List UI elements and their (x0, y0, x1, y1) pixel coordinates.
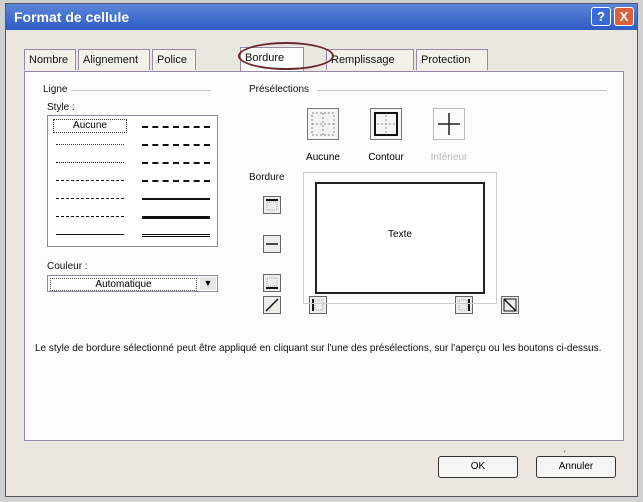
style-double[interactable] (140, 228, 212, 240)
style-dotted[interactable] (54, 156, 126, 168)
preset-outline-button[interactable] (370, 108, 402, 140)
style-slant-dash-dot[interactable] (140, 138, 212, 150)
color-value: Automatique (50, 278, 197, 291)
preset-inside-button[interactable] (433, 108, 465, 140)
line-group-divider (71, 90, 211, 91)
ok-button[interactable]: OK (438, 456, 518, 478)
tab-fill[interactable]: Remplissage (326, 49, 414, 70)
style-dash-dot-dot[interactable] (54, 174, 126, 186)
title-bar[interactable]: Format de cellule ? X (6, 4, 637, 30)
presets-group-divider (317, 90, 607, 91)
close-button[interactable]: X (614, 7, 634, 26)
tab-alignment[interactable]: Alignement (78, 49, 150, 70)
border-tab-panel: Ligne Style : Aucune Couleur : Automatiq… (24, 71, 624, 462)
style-label: Style : (47, 102, 75, 113)
preset-inside-label: Intérieur (430, 152, 468, 163)
tab-font[interactable]: Police (152, 49, 196, 70)
style-medium[interactable] (140, 192, 212, 204)
preview-text: Texte (388, 229, 412, 240)
border-info-text: Le style de bordure sélectionné peut êtr… (35, 343, 602, 354)
preset-outline-icon (374, 112, 398, 136)
tab-number[interactable]: Nombre (24, 49, 76, 70)
style-medium-dashed[interactable] (140, 174, 212, 186)
preset-outline-label: Contour (368, 152, 404, 163)
style-thick[interactable] (140, 210, 212, 222)
preset-none-icon (311, 112, 335, 136)
border-bottom-button[interactable] (263, 274, 281, 292)
border-top-icon (266, 199, 278, 211)
preset-none-label: Aucune (306, 152, 340, 163)
border-bottom-icon (266, 277, 278, 289)
border-diagonal-up-button[interactable] (263, 296, 281, 314)
preset-none-button[interactable] (307, 108, 339, 140)
style-dashed[interactable] (54, 210, 126, 222)
border-middle-horizontal-button[interactable] (263, 235, 281, 253)
border-group-label: Bordure (249, 172, 285, 183)
tab-protection[interactable]: Protection (416, 49, 488, 70)
color-label: Couleur : (47, 261, 88, 272)
hand-drawn-circle (238, 42, 334, 70)
style-dash-dot[interactable] (54, 192, 126, 204)
border-top-button[interactable] (263, 196, 281, 214)
preset-inside-icon (438, 113, 460, 135)
diagonal-up-icon (265, 298, 279, 312)
chevron-down-icon[interactable]: ▼ (200, 277, 216, 290)
line-group-label: Ligne (43, 84, 68, 95)
format-cells-dialog: Format de cellule ? X Nombre Alignement … (5, 3, 638, 497)
diagonal-down-icon (503, 298, 517, 312)
help-button[interactable]: ? (591, 7, 611, 26)
style-thin[interactable] (54, 228, 126, 240)
style-medium-dash-dot[interactable] (140, 156, 212, 168)
dialog-title: Format de cellule (14, 9, 130, 25)
color-dropdown[interactable]: Automatique ▼ (47, 275, 218, 292)
cancel-button[interactable]: Annuler (536, 456, 616, 478)
border-diagonal-down-button[interactable] (501, 296, 519, 314)
style-hairline[interactable] (54, 138, 126, 150)
line-style-list: Aucune (47, 115, 218, 247)
style-none[interactable]: Aucune (53, 119, 127, 133)
presets-group-label: Présélections (249, 84, 310, 95)
border-preview-box[interactable]: Texte (315, 182, 485, 294)
border-inside-horizontal-icon (266, 243, 278, 245)
style-medium-dash-dot-dot[interactable] (140, 120, 212, 132)
